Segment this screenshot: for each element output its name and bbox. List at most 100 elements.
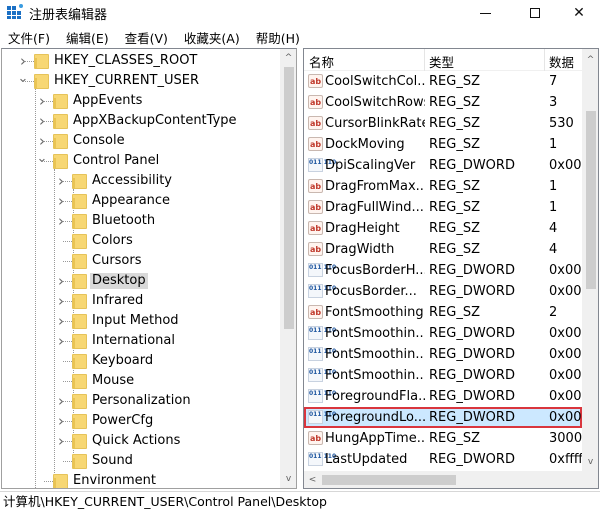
list-horizontal-scrollbar[interactable]: < [304,471,582,488]
tree-item-input-method[interactable]: › Input Method [2,311,280,331]
value-data: 1 [549,200,558,215]
value-type: REG_SZ [429,74,480,89]
value-data: 0x0000 [549,368,582,383]
tree-item-personalization[interactable]: › Personalization [2,391,280,411]
menu-file[interactable]: 文件(F) [6,28,52,47]
value-data: 7 [549,74,558,89]
tree-item-colors[interactable]: Colors [2,231,280,251]
registry-values-list[interactable]: 名称 类型 数据 ab CoolSwitchCol... REG_SZ 7 ab Cool… [303,48,599,489]
tree-item-appevents[interactable]: › AppEvents [2,91,280,111]
tree-item-cursors[interactable]: Cursors [2,251,280,271]
tree-item-environment[interactable]: Environment [2,471,280,488]
list-hscroll-thumb[interactable] [322,475,456,485]
list-vertical-scrollbar[interactable]: ^ v [582,49,598,471]
tree-scroll-up-icon[interactable]: ^ [280,49,296,66]
string-value-icon: ab [308,137,323,151]
tree-item-desktop[interactable]: › Desktop [2,271,280,291]
menu-view[interactable]: 查看(V) [123,28,170,47]
tree-item-label: AppXBackupContentType [73,113,237,128]
tree-item-international[interactable]: › International [2,331,280,351]
column-divider[interactable] [544,49,545,71]
tree-item-quick-actions[interactable]: › Quick Actions [2,431,280,451]
tree-item-control-panel[interactable]: ⌄ Control Panel [2,151,280,171]
list-row[interactable]: ab DragFullWind... REG_SZ 1 [304,197,582,218]
list-row[interactable]: 011 110LastUpdated REG_DWORD 0xffffff [304,449,582,470]
status-bar-path: 计算机\HKEY_CURRENT_USER\Control Panel\Desk… [0,491,600,511]
menu-help[interactable]: 帮助(H) [254,28,302,47]
value-data: 0xffffff [549,452,582,467]
value-name: DragHeight [325,221,400,236]
binary-value-icon: 011 110 [308,347,336,361]
list-scroll-left-icon[interactable]: < [304,471,321,488]
list-row[interactable]: ab FontSmoothing REG_SZ 2 [304,302,582,323]
list-row[interactable]: 011 110ForegroundFla... REG_DWORD 0x0000 [304,386,582,407]
tree-item-label: Colors [92,233,133,248]
tree-item-label: HKEY_CURRENT_USER [54,73,200,88]
list-row[interactable]: 011 110FontSmoothin... REG_DWORD 0x0000 [304,323,582,344]
value-name: FontSmoothin... [325,368,425,383]
value-name: DragFromMax... [325,179,425,194]
folder-icon [72,354,87,369]
list-row[interactable]: 011 110FocusBorder... REG_DWORD 0x0000 [304,281,582,302]
tree-item-appxbackupcontenttype[interactable]: › AppXBackupContentType [2,111,280,131]
value-name: FocusBorderH... [325,263,425,278]
tree-item-label: Accessibility [92,173,172,188]
registry-key-tree[interactable]: › HKEY_CLASSES_ROOT ⌄ HKEY_CURRENT_USER › App… [1,48,297,489]
folder-icon [34,54,49,69]
value-type: REG_SZ [429,221,480,236]
tree-item-hkey-current-user[interactable]: ⌄ HKEY_CURRENT_USER [2,71,280,91]
tree-item-hkey-classes-root[interactable]: › HKEY_CLASSES_ROOT [2,51,280,71]
collapse-chevron-icon[interactable]: ⌄ [18,69,29,89]
tree-item-accessibility[interactable]: › Accessibility [2,171,280,191]
string-value-icon: ab [308,221,323,235]
value-data: 530 [549,116,574,131]
column-header-type[interactable]: 类型 [429,52,454,71]
column-header-data[interactable]: 数据 [549,52,574,71]
list-scroll-up-icon[interactable]: ^ [582,51,598,68]
menu-favorites[interactable]: 收藏夹(A) [182,28,242,47]
list-row[interactable]: ab CursorBlinkRate REG_SZ 530 [304,113,582,134]
value-type: REG_DWORD [429,263,515,278]
tree-connector-line [44,161,53,162]
tree-item-appearance[interactable]: › Appearance [2,191,280,211]
tree-scroll-down-icon[interactable]: v [280,470,296,487]
list-row[interactable]: 011 110DpiScalingVer REG_DWORD 0x0000 [304,155,582,176]
folder-icon [53,134,68,149]
collapse-chevron-icon[interactable]: ⌄ [37,149,48,169]
tree-item-keyboard[interactable]: Keyboard [2,351,280,371]
value-type: REG_SZ [429,431,480,446]
list-row[interactable]: ab CoolSwitchCol... REG_SZ 7 [304,71,582,92]
tree-item-infrared[interactable]: › Infrared [2,291,280,311]
tree-scroll-thumb[interactable] [284,67,294,329]
list-row[interactable]: ab DragWidth REG_SZ 4 [304,239,582,260]
column-divider[interactable] [424,49,425,71]
list-row[interactable]: ab HungAppTime... REG_SZ 3000 [304,428,582,449]
tree-connector-line [63,461,72,462]
tree-item-powercfg[interactable]: › PowerCfg [2,411,280,431]
list-scroll-down-icon[interactable]: v [582,453,598,470]
list-scroll-thumb[interactable] [586,111,596,289]
tree-item-label: Personalization [92,393,191,408]
string-value-icon: ab [308,431,323,445]
binary-value-icon: 011 110 [308,284,336,298]
column-header-name[interactable]: 名称 [309,52,334,71]
minimize-button[interactable] [462,0,508,26]
menu-edit[interactable]: 编辑(E) [64,28,111,47]
tree-vertical-scrollbar[interactable]: ^ v [280,49,296,488]
tree-item-bluetooth[interactable]: › Bluetooth [2,211,280,231]
list-row[interactable]: 011 110FocusBorderH... REG_DWORD 0x0000 [304,260,582,281]
list-row[interactable]: ab DragFromMax... REG_SZ 1 [304,176,582,197]
close-button[interactable]: ✕ [556,0,600,26]
tree-item-sound[interactable]: Sound [2,451,280,471]
list-row[interactable]: ab DockMoving REG_SZ 1 [304,134,582,155]
list-row[interactable]: ab CoolSwitchRows REG_SZ 3 [304,92,582,113]
list-row[interactable]: 011 110FontSmoothin... REG_DWORD 0x0000 [304,344,582,365]
maximize-button[interactable] [512,0,558,26]
list-header: 名称 类型 数据 [304,49,582,71]
tree-item-mouse[interactable]: Mouse [2,371,280,391]
list-row[interactable]: ab DragHeight REG_SZ 4 [304,218,582,239]
list-row[interactable]: 011 110FontSmoothin... REG_DWORD 0x0000 [304,365,582,386]
list-row-highlighted[interactable]: 011 110ForegroundLo... REG_DWORD 0x000 [304,407,582,428]
value-type: REG_SZ [429,305,480,320]
